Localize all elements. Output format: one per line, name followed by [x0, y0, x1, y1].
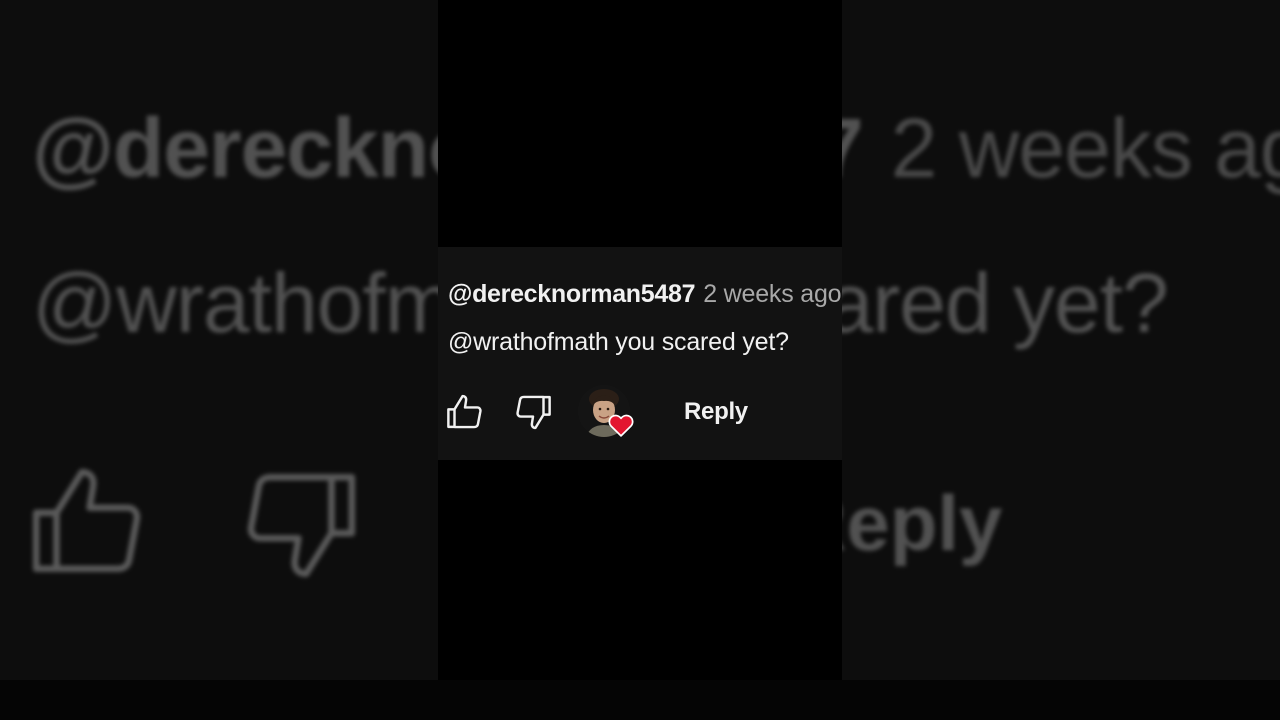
- comment-username[interactable]: @derecknorman5487: [448, 280, 695, 308]
- blurred-thumbs-down-icon: [247, 473, 356, 578]
- creator-heart-icon: [608, 414, 634, 437]
- comment-header: @derecknorman5487 2 weeks ago: [448, 277, 842, 311]
- blurred-reply-label: Reply: [842, 479, 1003, 567]
- blurred-background-content: @derecknorman54872 weeks ago @wrathofmat…: [842, 0, 1280, 680]
- bottom-strip: [0, 680, 1280, 720]
- video-frame: @derecknorman5487 2 weeks ago @wrathofmat…: [0, 0, 1280, 720]
- creator-heart-badge[interactable]: [578, 385, 636, 441]
- blurred-background-left: @derecknorman54872 weeks ago @wrathofmat…: [0, 0, 438, 680]
- blurred-username: @derecknorman54872 weeks ago: [32, 101, 438, 195]
- blurred-thumbs-up-icon: [32, 468, 141, 573]
- dislike-button[interactable]: [512, 391, 554, 433]
- like-button[interactable]: [444, 391, 486, 433]
- thumbs-down-icon: [516, 395, 551, 430]
- blurred-comment-text: @wrathofmath you scared yet?: [32, 256, 438, 350]
- comment-actions: Reply: [438, 385, 842, 441]
- reply-button[interactable]: Reply: [684, 395, 748, 429]
- center-video-column: @derecknorman5487 2 weeks ago @wrathofmat…: [438, 0, 842, 680]
- thumbs-up-icon: [447, 394, 482, 429]
- blurred-comment-text: @wrathofmath you scared yet?: [842, 256, 1169, 350]
- comment-body: @wrathofmath you scared yet?: [448, 328, 789, 356]
- comment-timestamp: 2 weeks ago: [703, 280, 842, 308]
- comment-card: @derecknorman5487 2 weeks ago @wrathofmat…: [438, 247, 842, 460]
- blurred-background-content: @derecknorman54872 weeks ago @wrathofmat…: [0, 0, 438, 680]
- blurred-username: @derecknorman54872 weeks ago: [842, 101, 1280, 195]
- blurred-background-right: @derecknorman54872 weeks ago @wrathofmat…: [842, 0, 1280, 680]
